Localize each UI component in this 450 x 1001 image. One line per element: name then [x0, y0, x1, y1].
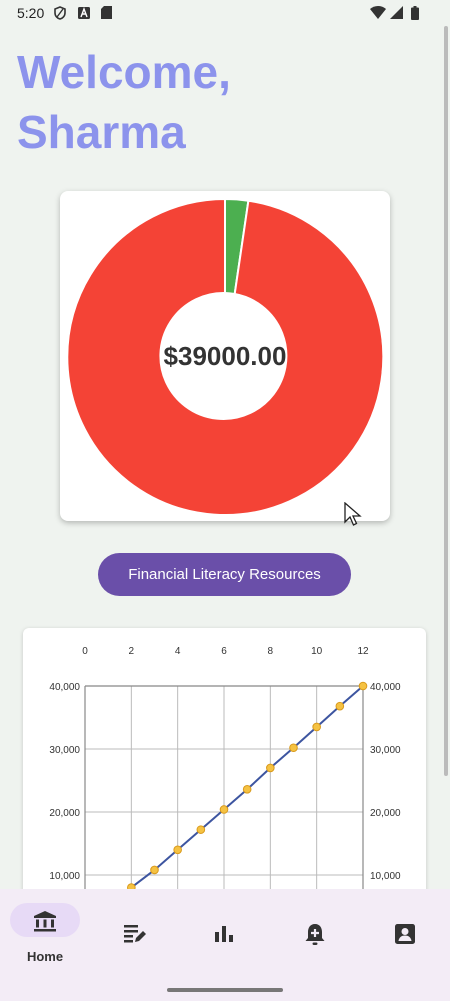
y-tick-label-left: 30,000 [49, 745, 80, 756]
scrollbar[interactable] [444, 26, 448, 776]
x-tick-label: 4 [175, 646, 181, 657]
y-tick-label-right: 20,000 [370, 808, 401, 819]
x-tick-label: 6 [221, 646, 227, 657]
y-tick-label-left: 10,000 [49, 871, 80, 882]
a-icon [78, 6, 90, 24]
data-point [358, 681, 368, 691]
financial-literacy-resources-button[interactable]: Financial Literacy Resources [98, 553, 351, 596]
y-tick-label-left: 20,000 [49, 808, 80, 819]
nav-label-home: Home [26, 949, 64, 964]
bottom-navigation: Home [0, 889, 450, 1001]
sd-card-icon [101, 6, 112, 24]
x-tick-label: 2 [129, 646, 135, 657]
y-tick-label-right: 30,000 [370, 745, 401, 756]
bar-chart-icon [215, 926, 233, 942]
edit-note-icon [124, 925, 146, 943]
status-bar: 5:20 [0, 0, 450, 28]
y-tick-label-left: 40,000 [49, 682, 80, 693]
nav-item-profile[interactable] [364, 889, 444, 979]
bank-icon [34, 911, 56, 932]
signal-icon [390, 6, 403, 24]
nav-item-transactions[interactable] [94, 889, 174, 979]
gesture-home-bar [167, 988, 283, 992]
shield-icon [54, 6, 66, 25]
x-tick-label: 10 [311, 646, 323, 657]
welcome-line: Welcome, [17, 46, 231, 98]
data-point [266, 763, 275, 773]
x-tick-label: 12 [357, 646, 369, 657]
battery-icon [411, 6, 419, 25]
y-tick-label-right: 40,000 [370, 682, 401, 693]
data-point [150, 865, 159, 875]
data-point [312, 722, 321, 732]
nav-item-charts[interactable] [184, 889, 264, 979]
cursor-icon [344, 502, 362, 526]
contact-icon [395, 924, 415, 944]
x-tick-label: 8 [268, 646, 274, 657]
line-chart-card: 0 2 4 6 8 10 12 10,000 10,000 20,000 20,000 30,000 3… [23, 628, 426, 908]
data-point [335, 701, 345, 711]
user-name: Sharma [17, 106, 186, 158]
y-tick-label-right: 10,000 [370, 871, 401, 882]
data-point [173, 845, 182, 855]
data-point [289, 743, 298, 753]
nav-item-home[interactable]: Home [0, 889, 80, 979]
data-point [196, 825, 206, 834]
welcome-heading: Welcome, Sharma [17, 42, 417, 162]
data-point [242, 785, 252, 794]
series-line [118, 685, 364, 898]
donut-center-total: $39000.00 [163, 341, 287, 371]
x-tick-label: 0 [82, 646, 88, 657]
status-time: 5:20 [17, 5, 45, 21]
wifi-icon [370, 6, 386, 24]
balance-donut-card[interactable]: $39000.00 [60, 191, 390, 521]
data-point [219, 805, 229, 814]
notification-add-icon [305, 924, 325, 945]
line-chart: 0 2 4 6 8 10 12 10,000 10,000 20,000 20,000 30,000 3… [49, 646, 401, 908]
nav-item-notifications[interactable] [274, 889, 354, 979]
